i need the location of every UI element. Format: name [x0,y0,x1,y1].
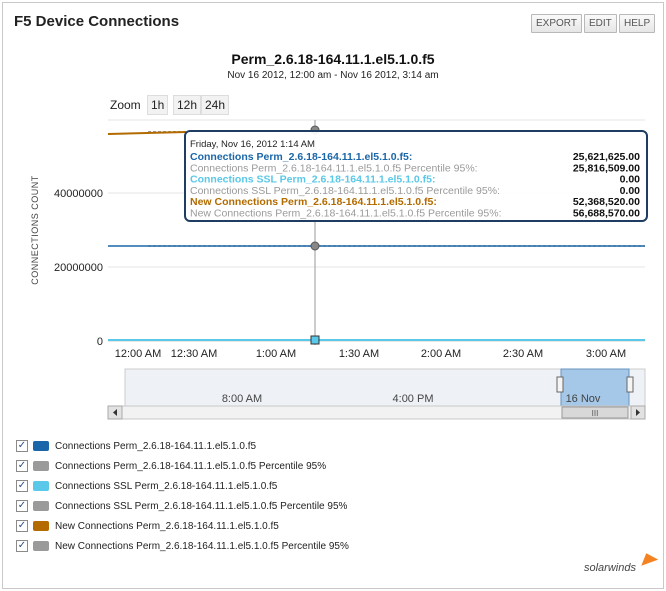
legend-item[interactable]: ✓ Connections Perm_2.6.18-164.11.1.el5.1.… [16,438,256,454]
legend-swatch [33,461,49,471]
legend-label: Connections SSL Perm_2.6.18-164.11.1.el5… [55,480,278,492]
legend-label: Connections SSL Perm_2.6.18-164.11.1.el5… [55,500,348,512]
legend-item[interactable]: ✓ Connections Perm_2.6.18-164.11.1.el5.1.… [16,458,326,474]
legend-label: New Connections Perm_2.6.18-164.11.1.el5… [55,540,349,552]
zoom-24h-button[interactable]: 24h [201,95,230,115]
legend-label: New Connections Perm_2.6.18-164.11.1.el5… [55,520,279,532]
legend-label: Connections Perm_2.6.18-164.11.1.el5.1.0… [55,440,257,452]
widget-title: F5 Device Connections [14,13,180,30]
legend-checkbox[interactable]: ✓ [16,460,28,472]
legend-item[interactable]: ✓ Connections SSL Perm_2.6.18-164.11.1.el… [16,498,347,514]
export-button[interactable]: EXPORT [531,14,582,33]
legend-swatch [33,521,49,531]
legend-swatch [33,481,49,491]
chart-subtitle: Nov 16 2012, 12:00 am - Nov 16 2012, 3:1… [227,70,439,81]
legend-label: Connections Perm_2.6.18-164.11.1.el5.1.0… [55,460,327,472]
legend-swatch [33,501,49,511]
zoom-label: Zoom [110,98,141,112]
legend-checkbox[interactable]: ✓ [16,520,28,532]
chart-title: Perm_2.6.18-164.11.1.el5.1.0.f5 [231,51,435,67]
legend-item[interactable]: ✓ Connections SSL Perm_2.6.18-164.11.1.el… [16,478,277,494]
legend-item[interactable]: ✓ New Connections Perm_2.6.18-164.11.1.el… [16,538,349,554]
legend-checkbox[interactable]: ✓ [16,500,28,512]
legend-item[interactable]: ✓ New Connections Perm_2.6.18-164.11.1.el… [16,518,279,534]
legend-swatch [33,541,49,551]
zoom-1h-button[interactable]: 1h [147,95,169,115]
edit-button[interactable]: EDIT [584,14,617,33]
legend-checkbox[interactable]: ✓ [16,540,28,552]
help-button[interactable]: HELP [619,14,656,33]
legend-checkbox[interactable]: ✓ [16,440,28,452]
legend-swatch [33,441,49,451]
solarwinds-logo-text: solarwinds [584,562,636,574]
legend-checkbox[interactable]: ✓ [16,480,28,492]
zoom-12h-button[interactable]: 12h [173,95,202,115]
